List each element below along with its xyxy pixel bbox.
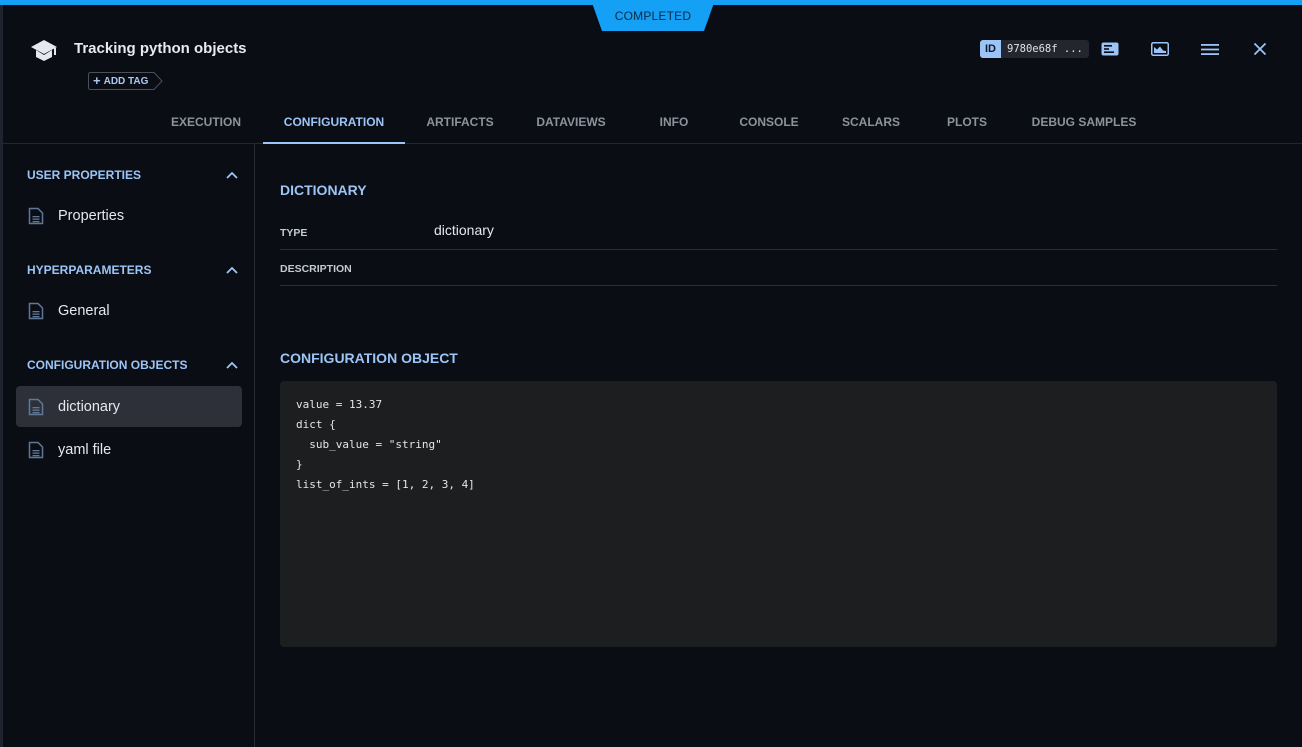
sidebar-item-label: General [58, 302, 110, 319]
plot-view-icon [1151, 42, 1169, 56]
tab-console[interactable]: CONSOLE [728, 100, 810, 143]
experiment-title: Tracking python objects [74, 40, 247, 57]
tab-dataviews[interactable]: DATAVIEWS [525, 100, 617, 143]
section-title: CONFIGURATION OBJECTS [27, 358, 188, 372]
id-value: 9780e68f ... [1007, 43, 1083, 55]
document-icon [28, 207, 44, 224]
field-key: DESCRIPTION [280, 263, 352, 275]
configuration-sidebar: USER PROPERTIES Properties HYPERPARAMETE… [3, 144, 255, 747]
sidebar-item-dictionary[interactable]: dictionary [16, 386, 242, 427]
add-tag-label: ADD TAG [103, 75, 149, 87]
section-title-configuration-object: CONFIGURATION OBJECT [280, 350, 458, 366]
tab-scalars[interactable]: SCALARS [832, 100, 910, 143]
section-title: HYPERPARAMETERS [27, 263, 152, 277]
sidebar-item-label: dictionary [58, 398, 121, 415]
chevron-up-icon [226, 266, 238, 274]
close-button[interactable] [1250, 40, 1270, 58]
tab-plots[interactable]: PLOTS [934, 100, 1000, 143]
code-line: } [296, 458, 303, 471]
chevron-up-icon [226, 171, 238, 179]
code-line: list_of_ints = [1, 2, 3, 4] [296, 478, 475, 491]
field-row-type: TYPE dictionary [280, 214, 1277, 250]
close-icon [1253, 42, 1267, 56]
sidebar-item-label: yaml file [58, 441, 112, 458]
document-icon [28, 398, 44, 415]
section-hyperparameters[interactable]: HYPERPARAMETERS [27, 260, 239, 280]
plot-view-button[interactable] [1150, 40, 1170, 58]
add-tag-button[interactable]: + ADD TAG [88, 72, 163, 90]
tab-execution[interactable]: EXECUTION [160, 100, 252, 143]
section-user-properties[interactable]: USER PROPERTIES [27, 165, 239, 185]
plus-icon: + [93, 73, 101, 88]
field-key: TYPE [280, 227, 308, 239]
field-row-description: DESCRIPTION [280, 250, 1277, 286]
menu-icon [1201, 43, 1219, 55]
section-title: USER PROPERTIES [27, 168, 142, 182]
menu-button[interactable] [1200, 40, 1220, 58]
sidebar-item-general[interactable]: General [16, 290, 242, 331]
sidebar-item-label: Properties [58, 207, 125, 224]
sidebar-item-properties[interactable]: Properties [16, 195, 242, 236]
info-panel-button[interactable] [1100, 40, 1120, 58]
info-panel-icon [1101, 42, 1119, 56]
experiment-header: COMPLETED Tracking python objects + ADD … [0, 0, 1302, 144]
graduation-cap-icon [31, 40, 57, 61]
chevron-up-icon [226, 361, 238, 369]
tab-artifacts[interactable]: ARTIFACTS [415, 100, 505, 143]
section-configuration-objects[interactable]: CONFIGURATION OBJECTS [27, 355, 239, 375]
status-label: COMPLETED [614, 9, 692, 23]
code-line: dict { [296, 418, 336, 431]
code-line: sub_value = "string" [296, 438, 442, 451]
code-line: value = 13.37 [296, 398, 383, 411]
tab-info[interactable]: INFO [640, 100, 708, 143]
tab-debug-samples[interactable]: DEBUG SAMPLES [1022, 100, 1146, 143]
section-title-dictionary: DICTIONARY [280, 182, 367, 198]
field-value: dictionary [434, 222, 494, 238]
document-icon [28, 302, 44, 319]
status-badge: COMPLETED [591, 0, 715, 31]
tab-configuration[interactable]: CONFIGURATION [263, 100, 405, 144]
document-icon [28, 441, 44, 458]
id-label: ID [980, 40, 1001, 58]
experiment-id-chip[interactable]: ID 9780e68f ... [980, 40, 1089, 58]
sidebar-item-yaml-file[interactable]: yaml file [16, 429, 242, 470]
configuration-code-block[interactable]: value = 13.37 dict { sub_value = "string… [280, 381, 1277, 647]
